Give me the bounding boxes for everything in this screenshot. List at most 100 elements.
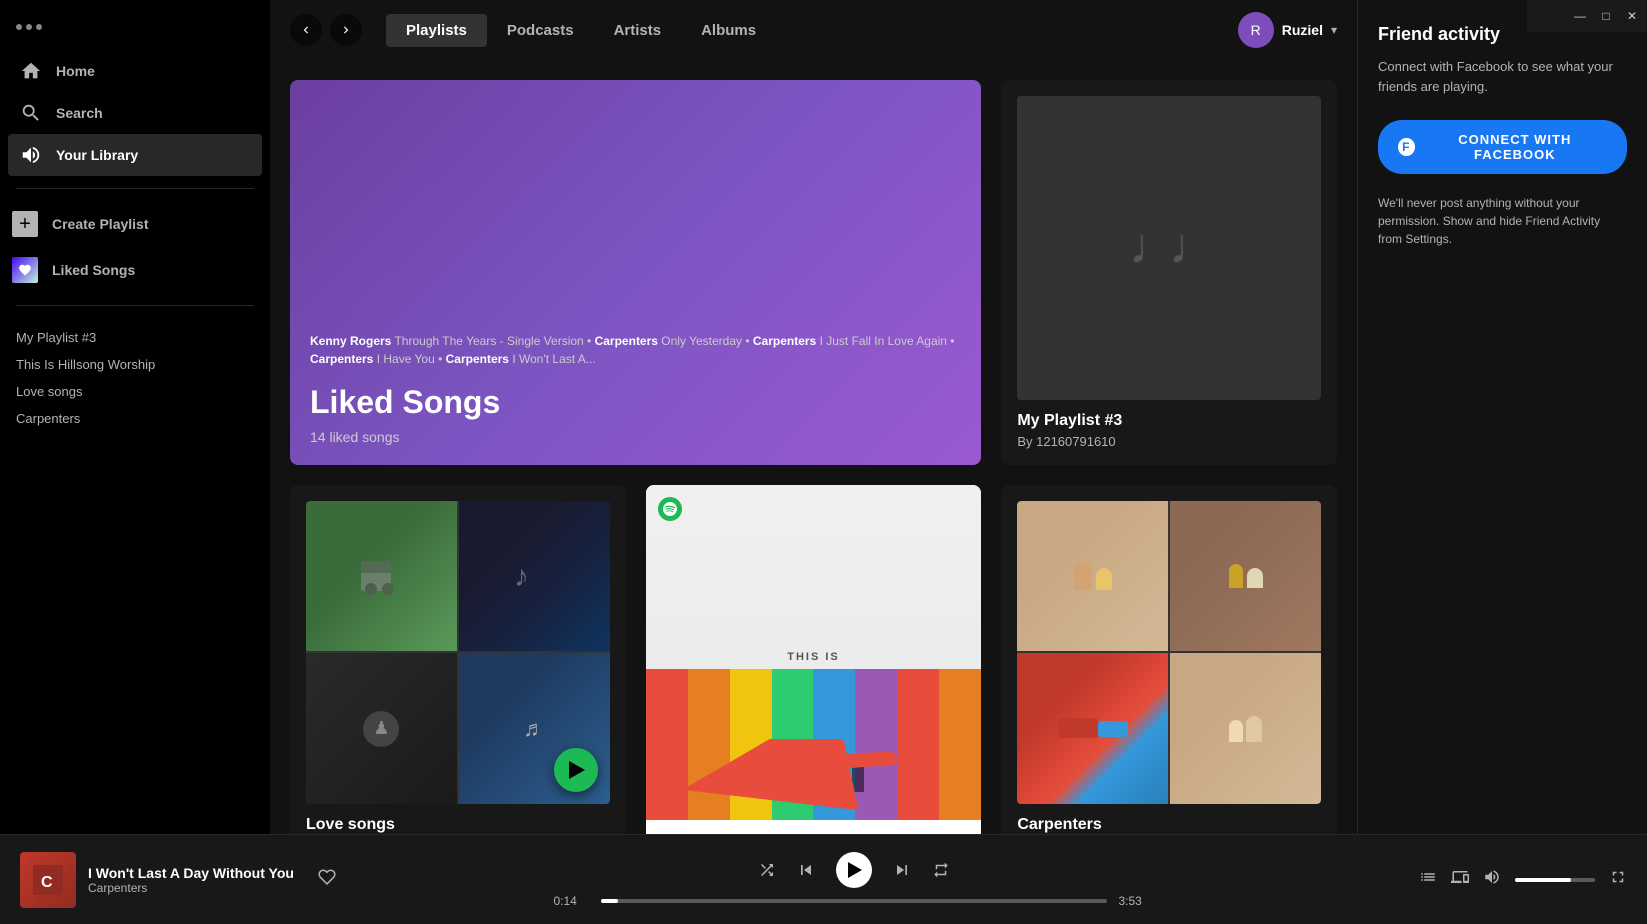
- player-artist-name: Carpenters: [88, 881, 294, 895]
- liked-songs-card[interactable]: Kenny Rogers Through The Years - Single …: [290, 80, 981, 465]
- queue-icon[interactable]: [1419, 868, 1437, 891]
- search-icon: [20, 102, 42, 124]
- tab-albums[interactable]: Albums: [681, 14, 776, 47]
- fb-connect-label: CONNECT WITH FACEBOOK: [1423, 132, 1607, 162]
- dot-3: [36, 24, 42, 30]
- close-button[interactable]: ✕: [1625, 9, 1639, 23]
- carpenters-title: Carpenters: [1017, 816, 1321, 834]
- sidebar-playlist-my-playlist-3[interactable]: My Playlist #3: [16, 326, 254, 349]
- player-controls: 0:14 3:53: [360, 852, 1347, 908]
- carpenters-card[interactable]: Carpenters By Ruziel: [1001, 485, 1337, 834]
- bottom-player: C I Won't Last A Day Without You Carpent…: [0, 834, 1647, 924]
- repeat-button[interactable]: [932, 861, 950, 879]
- carp-quad-bl: [1017, 653, 1168, 804]
- sidebar-item-search[interactable]: Search: [8, 92, 262, 134]
- user-name: Ruziel: [1282, 22, 1323, 38]
- friend-activity-desc: Connect with Facebook to see what your f…: [1378, 57, 1627, 96]
- play-triangle-icon: [569, 761, 585, 779]
- user-area[interactable]: R Ruziel ▾: [1238, 12, 1337, 48]
- dot-1: [16, 24, 22, 30]
- volume-icon[interactable]: [1483, 868, 1501, 891]
- sidebar-playlist-carpenters[interactable]: Carpenters: [16, 407, 254, 430]
- player-track-info: C I Won't Last A Day Without You Carpent…: [20, 852, 360, 908]
- carpenters-quad-grid: [1017, 501, 1321, 805]
- progress-bar-area: 0:14 3:53: [554, 894, 1154, 908]
- total-time: 3:53: [1119, 894, 1154, 908]
- player-right-controls: [1347, 868, 1627, 891]
- sidebar-playlist-list: My Playlist #3 This Is Hillsong Worship …: [0, 318, 270, 438]
- hillsong-card[interactable]: THIS IS Hillsong Worship: [646, 485, 982, 834]
- sidebar-nav: Home Search Your Library: [0, 50, 270, 176]
- minimize-button[interactable]: —: [1573, 9, 1587, 23]
- chevron-down-icon: ▾: [1331, 23, 1337, 37]
- progress-track[interactable]: [601, 899, 1107, 903]
- previous-button[interactable]: [796, 860, 816, 880]
- tab-artists[interactable]: Artists: [594, 14, 682, 47]
- liked-songs-tracks-text: Kenny Rogers Through The Years - Single …: [310, 332, 961, 368]
- hillsong-label: The essential tracks, featuring exclusiv…: [646, 820, 982, 834]
- plus-icon: +: [12, 211, 38, 237]
- sidebar-dots: [0, 16, 270, 50]
- main-content: Playlists Podcasts Artists Albums R Ruzi…: [270, 0, 1357, 834]
- player-track-name: I Won't Last A Day Without You: [88, 865, 294, 881]
- my-playlist-3-by: By 12160791610: [1017, 434, 1321, 449]
- sidebar: Home Search Your Library: [0, 0, 270, 834]
- maximize-button[interactable]: □: [1599, 9, 1613, 23]
- dot-2: [26, 24, 32, 30]
- sidebar-playlist-hillsong[interactable]: This Is Hillsong Worship: [16, 353, 254, 376]
- sidebar-playlist-love-songs[interactable]: Love songs: [16, 380, 254, 403]
- nav-arrows: [290, 14, 362, 46]
- sidebar-liked-songs-label: Liked Songs: [52, 262, 135, 278]
- album-art-inner: C: [20, 852, 76, 908]
- tab-podcasts[interactable]: Podcasts: [487, 14, 594, 47]
- volume-fill: [1515, 878, 1571, 882]
- player-buttons: [758, 852, 950, 888]
- sidebar-item-search-label: Search: [56, 105, 103, 121]
- devices-icon[interactable]: [1451, 868, 1469, 891]
- love-songs-title: Love songs: [306, 816, 610, 834]
- tab-playlists[interactable]: Playlists: [386, 14, 487, 47]
- app-container: Home Search Your Library: [0, 0, 1647, 834]
- fullscreen-icon[interactable]: [1609, 868, 1627, 891]
- sidebar-liked-songs[interactable]: Liked Songs: [0, 247, 270, 293]
- sidebar-create-playlist-label: Create Playlist: [52, 216, 149, 232]
- svg-text:♩: ♩: [1169, 218, 1219, 274]
- player-heart-button[interactable]: [318, 868, 336, 891]
- next-button[interactable]: [892, 860, 912, 880]
- play-pause-button[interactable]: [836, 852, 872, 888]
- home-icon: [20, 60, 42, 82]
- hillsong-desc: The essential tracks, featuring exclusiv…: [660, 832, 968, 834]
- love-songs-img: ♪ ♟ ♬: [306, 501, 610, 805]
- friend-activity-panel: Friend activity Connect with Facebook to…: [1357, 0, 1647, 834]
- svg-text:♪: ♪: [514, 560, 529, 593]
- friend-activity-note: We'll never post anything without your p…: [1378, 194, 1627, 248]
- love-quad-tr: ♪: [459, 501, 610, 652]
- avatar: R: [1238, 12, 1274, 48]
- player-text-info: I Won't Last A Day Without You Carpenter…: [88, 865, 294, 895]
- sidebar-divider: [16, 188, 254, 189]
- love-songs-play-button[interactable]: [554, 748, 598, 792]
- top-bar: Playlists Podcasts Artists Albums R Ruzi…: [270, 0, 1357, 60]
- forward-button[interactable]: [330, 14, 362, 46]
- my-playlist-3-card[interactable]: ♩ ♩ My Playlist #3 By 12160791610: [1001, 80, 1337, 465]
- sidebar-item-home[interactable]: Home: [8, 50, 262, 92]
- library-icon: [20, 144, 42, 166]
- nav-tabs: Playlists Podcasts Artists Albums: [386, 14, 776, 47]
- carp-quad-tr: [1170, 501, 1321, 652]
- hillsong-this-is: THIS IS: [723, 651, 903, 663]
- sidebar-create-playlist[interactable]: + Create Playlist: [0, 201, 270, 247]
- love-songs-card[interactable]: ♪ ♟ ♬: [290, 485, 626, 834]
- player-album-art: C: [20, 852, 76, 908]
- carp-quad-tl: [1017, 501, 1168, 652]
- heart-icon: [12, 257, 38, 283]
- shuffle-button[interactable]: [758, 861, 776, 879]
- sidebar-divider-2: [16, 305, 254, 306]
- facebook-connect-button[interactable]: f CONNECT WITH FACEBOOK: [1378, 120, 1627, 174]
- carpenters-img: [1017, 501, 1321, 805]
- back-button[interactable]: [290, 14, 322, 46]
- volume-bar[interactable]: [1515, 878, 1595, 882]
- cards-grid: Kenny Rogers Through The Years - Single …: [290, 80, 1337, 834]
- sidebar-item-library[interactable]: Your Library: [8, 134, 262, 176]
- hillsong-stripes: [646, 669, 982, 820]
- love-quad-tl: [306, 501, 457, 652]
